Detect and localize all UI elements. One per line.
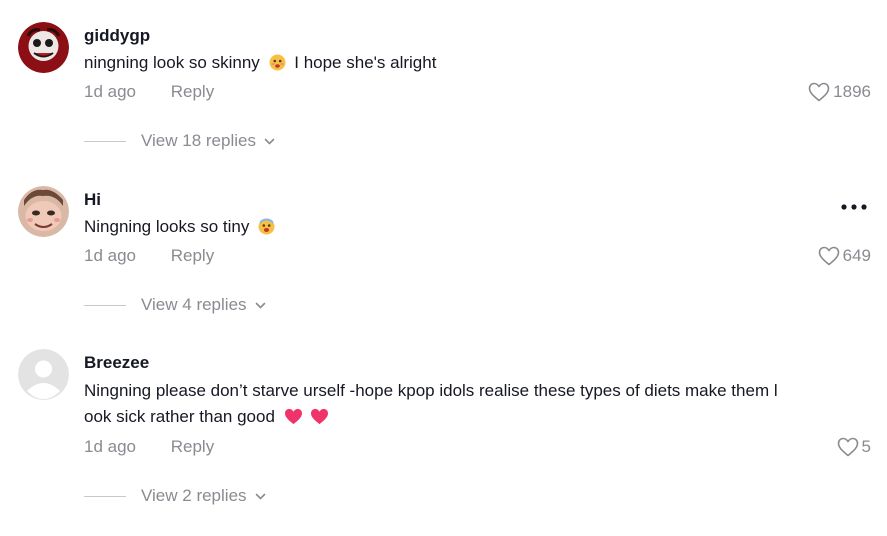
view-replies-label: View 2 replies — [141, 486, 247, 505]
like-button[interactable]: 1896 — [808, 82, 871, 102]
comment-text: ningning look so skinny I hope she's alr… — [84, 50, 874, 79]
timestamp: 1d ago — [84, 82, 136, 101]
avatar[interactable] — [18, 186, 69, 237]
heart-icon — [818, 246, 839, 266]
chevron-down-icon — [264, 131, 275, 151]
like-button[interactable]: 649 — [818, 246, 871, 266]
view-replies-button[interactable]: View 18 replies — [84, 131, 275, 151]
view-replies-label: View 18 replies — [141, 131, 256, 150]
comment-text-part: I hope she's alright — [294, 53, 437, 72]
comment-text-part: ook sick rather than good — [84, 407, 275, 426]
like-button[interactable]: 5 — [837, 437, 871, 457]
comment-meta: 1d ago Reply — [84, 246, 214, 266]
avatar[interactable] — [18, 22, 69, 73]
worried-face-icon — [269, 53, 286, 79]
like-count: 649 — [842, 246, 871, 265]
avatar[interactable] — [18, 349, 69, 400]
comment-text: Ningning please don’t starve urself -hop… — [84, 378, 874, 433]
comment-text-part: Ningning looks so tiny — [84, 217, 250, 236]
comment-text-line: Ningning please don’t starve urself -hop… — [84, 381, 778, 400]
timestamp: 1d ago — [84, 437, 136, 456]
reply-button[interactable]: Reply — [171, 437, 214, 456]
divider-line — [84, 495, 126, 497]
heart-emoji-icon — [310, 407, 329, 433]
reply-button[interactable]: Reply — [171, 246, 214, 265]
view-replies-button[interactable]: View 2 replies — [84, 486, 266, 506]
heart-emoji-icon — [284, 407, 303, 433]
reply-button[interactable]: Reply — [171, 82, 214, 101]
fearful-face-icon — [258, 217, 275, 243]
more-icon — [841, 204, 867, 210]
heart-icon — [808, 82, 830, 102]
heart-icon — [837, 437, 858, 457]
comment-text-line: ook sick rather than good — [84, 404, 874, 433]
chevron-down-icon — [255, 295, 266, 315]
divider-line — [84, 304, 126, 306]
divider-line — [84, 140, 126, 142]
like-count: 5 — [861, 437, 871, 456]
view-replies-button[interactable]: View 4 replies — [84, 295, 266, 315]
timestamp: 1d ago — [84, 246, 136, 265]
like-count: 1896 — [833, 82, 871, 101]
comment-meta: 1d ago Reply — [84, 82, 214, 102]
comment-text-part: ningning look so skinny — [84, 53, 260, 72]
more-options-button[interactable] — [841, 198, 867, 210]
username[interactable]: giddygp — [84, 26, 150, 46]
comment-text: Ningning looks so tiny — [84, 214, 874, 243]
view-replies-label: View 4 replies — [141, 295, 247, 314]
username[interactable]: Hi — [84, 190, 101, 210]
comment-meta: 1d ago Reply — [84, 437, 214, 457]
username[interactable]: Breezee — [84, 353, 149, 373]
chevron-down-icon — [255, 486, 266, 506]
